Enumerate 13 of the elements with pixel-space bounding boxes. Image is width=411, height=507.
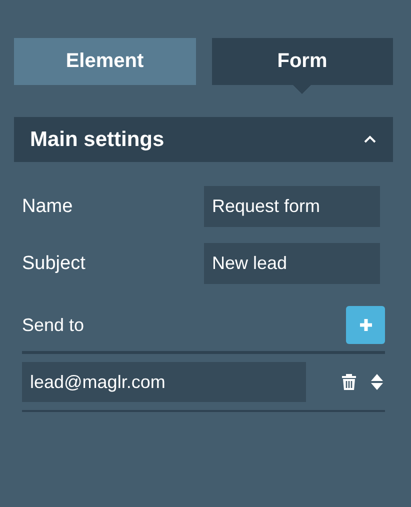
section-header[interactable]: Main settings bbox=[14, 117, 393, 162]
tab-pointer bbox=[293, 85, 312, 94]
field-label: Subject bbox=[22, 252, 86, 274]
input-field[interactable]: New lead bbox=[204, 243, 380, 284]
trash-icon[interactable] bbox=[341, 373, 357, 391]
tab[interactable]: Element bbox=[14, 38, 196, 85]
chevron-icon bbox=[363, 135, 377, 144]
input-field[interactable]: Request form bbox=[204, 186, 380, 227]
field-label: Name bbox=[22, 196, 73, 218]
plus-icon bbox=[358, 318, 372, 332]
email-input[interactable]: lead@maglr.com bbox=[22, 362, 306, 402]
sort-icon[interactable] bbox=[371, 373, 383, 391]
field-label: Send to bbox=[22, 314, 84, 336]
